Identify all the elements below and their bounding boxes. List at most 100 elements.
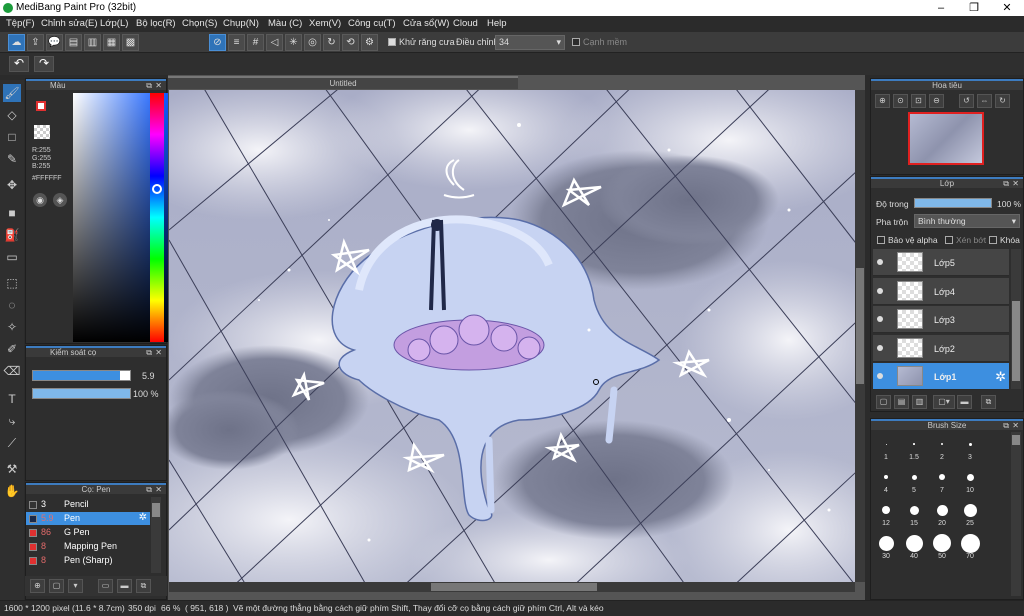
upload-icon[interactable]: ⇪ <box>27 34 44 51</box>
divide-tool-icon[interactable]: ⚒ <box>3 460 21 478</box>
layer-row[interactable]: Lớp4 <box>873 277 1009 305</box>
canvas-vertical-scrollbar[interactable] <box>855 90 865 582</box>
protect-alpha-checkbox[interactable] <box>877 236 885 244</box>
maximize-button[interactable]: ❐ <box>958 0 990 16</box>
brush-size-preset[interactable]: 3 <box>957 432 983 463</box>
blend-mode-select[interactable]: Bình thường ▾ <box>914 214 1020 228</box>
eyedropper-tool-icon[interactable]: ⟋ <box>3 434 21 452</box>
clipping-option[interactable]: Xén bớt <box>945 235 986 245</box>
antialias-checkbox[interactable] <box>388 38 396 46</box>
new-brush-icon[interactable]: ▢ <box>49 579 64 593</box>
menu-file[interactable]: Tệp(F) <box>6 18 35 29</box>
cloud-icon[interactable]: ☁ <box>8 34 25 51</box>
brush-tool-icon[interactable]: 🖌 <box>3 84 21 102</box>
brush-size-preset[interactable]: 15 <box>901 498 927 529</box>
gear-icon[interactable]: ✲ <box>995 369 1006 385</box>
close-button[interactable]: ✕ <box>991 0 1023 16</box>
menu-help[interactable]: Help <box>487 18 507 29</box>
brush-size-value[interactable]: 5.9 <box>142 371 155 381</box>
panel-icon[interactable]: ▦ <box>103 34 120 51</box>
close-panel-icon[interactable]: ✕ <box>1012 421 1019 430</box>
brush-list-item[interactable]: 8 Mapping Pen <box>26 540 150 553</box>
brush-size-preset[interactable]: 10 <box>957 465 983 496</box>
zoom-actual-icon[interactable]: ⊡ <box>911 94 926 108</box>
lock-checkbox[interactable] <box>989 236 997 244</box>
document-tab[interactable]: Untitled <box>168 76 518 89</box>
menu-filter[interactable]: Bộ lọc(R) <box>136 18 176 29</box>
brush-size-preset[interactable]: 12 <box>873 498 899 529</box>
close-panel-icon[interactable]: ✕ <box>155 485 162 494</box>
zoom-fit-icon[interactable]: ⊙ <box>893 94 908 108</box>
menu-layer[interactable]: Lớp(L) <box>100 18 128 29</box>
menu-edit[interactable]: Chỉnh sửa(E) <box>41 18 98 29</box>
popout-icon[interactable]: ⧉ <box>1003 179 1009 188</box>
circle-snap-icon[interactable]: ◎ <box>304 34 321 51</box>
brush-size-scrollbar[interactable] <box>1011 432 1021 596</box>
soft-edge-checkbox[interactable] <box>572 38 580 46</box>
lasso-tool-icon[interactable]: ◌ <box>3 296 21 314</box>
menu-tools[interactable]: Công cụ(T) <box>348 18 396 29</box>
perspective-snap-icon[interactable]: ◁ <box>266 34 283 51</box>
layer-list-scrollbar[interactable] <box>1011 249 1021 389</box>
close-panel-icon[interactable]: ✕ <box>155 81 162 90</box>
dot-pen-tool-icon[interactable]: ✎ <box>3 150 21 168</box>
layer-opacity-value[interactable]: 100 % <box>997 199 1021 209</box>
new-8bit-layer-icon[interactable]: ▥ <box>912 395 927 409</box>
menu-window[interactable]: Cửa sổ(W) <box>403 18 449 29</box>
brush-list-item[interactable]: 86 G Pen <box>26 526 150 539</box>
brush-list-scrollbar[interactable] <box>151 497 161 573</box>
visibility-icon[interactable] <box>877 373 883 379</box>
brush-size-preset[interactable]: 1 <box>873 432 899 463</box>
vanishing-snap-icon[interactable]: ⟲ <box>342 34 359 51</box>
brush-size-slider[interactable] <box>32 370 131 381</box>
parallel-snap-icon[interactable]: ≡ <box>228 34 245 51</box>
brush-size-preset[interactable]: 5 <box>901 465 927 496</box>
select-rect-tool-icon[interactable]: ⬚ <box>3 274 21 292</box>
new-layer-icon[interactable]: ▢ <box>876 395 891 409</box>
brush-size-preset[interactable]: 7 <box>929 465 955 496</box>
rotate-right-icon[interactable]: ↻ <box>995 94 1010 108</box>
layer-row[interactable]: Lớp5 <box>873 249 1009 276</box>
clipping-checkbox[interactable] <box>945 236 953 244</box>
zoom-out-icon[interactable]: ⊖ <box>929 94 944 108</box>
menu-capture[interactable]: Chụp(N) <box>223 18 259 29</box>
minimize-button[interactable]: – <box>925 0 957 16</box>
canvas[interactable] <box>169 90 855 582</box>
brush-list-item[interactable]: 3 Pencil <box>26 498 150 511</box>
popout-icon[interactable]: ⧉ <box>146 485 152 494</box>
transparent-color-swatch[interactable] <box>34 125 50 139</box>
brush-size-preset[interactable]: 20 <box>929 498 955 529</box>
zoom-in-icon[interactable]: ⊕ <box>875 94 890 108</box>
close-panel-icon[interactable]: ✕ <box>1012 179 1019 188</box>
hue-slider-handle[interactable] <box>152 184 162 194</box>
brush-size-preset[interactable]: 25 <box>957 498 983 529</box>
color-swap-icon[interactable]: ◈ <box>53 193 67 207</box>
select-eraser-tool-icon[interactable]: ⌫ <box>3 362 21 380</box>
visibility-icon[interactable] <box>877 287 883 294</box>
snap-off-icon[interactable]: ⊘ <box>209 34 226 51</box>
gear-icon[interactable]: ✲ <box>139 512 147 523</box>
brush-size-preset[interactable]: 40 <box>901 531 927 562</box>
radial-snap-icon[interactable]: ✳ <box>285 34 302 51</box>
move-tool-icon[interactable]: ✥ <box>3 176 21 194</box>
duplicate-layer-icon[interactable]: ⧉ <box>981 395 996 409</box>
curve-snap-icon[interactable]: ↻ <box>323 34 340 51</box>
operation-tool-icon[interactable]: ⤷ <box>3 412 21 430</box>
add-brush-icon[interactable]: ⊕ <box>30 579 45 593</box>
popout-icon[interactable]: ⧉ <box>146 81 152 90</box>
layer-menu-icon[interactable]: ▢▾ <box>933 395 955 409</box>
fill-shape-tool-icon[interactable]: ■ <box>3 204 21 222</box>
menu-cloud[interactable]: Cloud <box>453 18 478 29</box>
menu-color[interactable]: Màu (C) <box>268 18 302 29</box>
brush-size-preset[interactable]: 4 <box>873 465 899 496</box>
bucket-tool-icon[interactable]: ⛽ <box>3 226 21 244</box>
new-halftone-layer-icon[interactable]: ▤ <box>894 395 909 409</box>
close-panel-icon[interactable]: ✕ <box>155 348 162 357</box>
eraser-tool-icon[interactable]: ◇ <box>3 106 21 124</box>
grid-snap-icon[interactable]: # <box>247 34 264 51</box>
grid-panel-icon[interactable]: ▩ <box>122 34 139 51</box>
brush-size-preset[interactable]: 70 <box>957 531 983 562</box>
visibility-icon[interactable] <box>877 344 883 351</box>
layer-row[interactable]: Lớp3 <box>873 306 1009 333</box>
select-pen-tool-icon[interactable]: ✐ <box>3 340 21 358</box>
